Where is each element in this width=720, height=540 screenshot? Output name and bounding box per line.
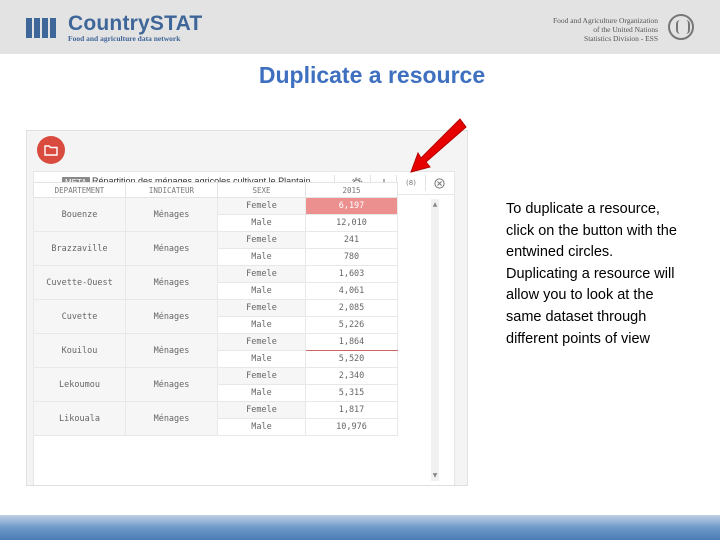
value-cell: 5,315 (305, 384, 398, 402)
logo-subtitle: Food and agriculture data network (68, 34, 181, 43)
column-header[interactable]: 2015 (305, 182, 398, 198)
sex-cell: Male (217, 350, 306, 368)
dept-cell: Likouala (33, 401, 126, 436)
sex-cell: Femele (217, 265, 306, 283)
sex-cell: Male (217, 316, 306, 334)
indicator-cell: Ménages (125, 333, 218, 368)
sex-cell: Femele (217, 299, 306, 317)
org-line: of the United Nations (593, 25, 658, 34)
value-cell: 5,226 (305, 316, 398, 334)
indicator-cell: Ménages (125, 367, 218, 402)
org-line: Food and Agriculture Organization (552, 16, 658, 25)
indicator-cell: Ménages (125, 401, 218, 436)
folder-icon (44, 145, 58, 156)
table-row: Cuvette-Ouest Ménages Femele 1,603 (33, 265, 398, 300)
indicator-cell: Ménages (125, 265, 218, 300)
data-table: DEPARTEMENT INDICATEUR SEXE 2015 Bouenze… (33, 182, 398, 436)
dept-cell: Brazzaville (33, 231, 126, 266)
folder-button[interactable] (37, 136, 65, 164)
sex-cell: Male (217, 384, 306, 402)
sex-cell: Femele (217, 367, 306, 385)
value-cell: 10,976 (305, 418, 398, 436)
value-cell: 1,817 (305, 401, 398, 419)
org-line: Statistics Division - ESS (584, 34, 658, 43)
value-cell: 4,061 (305, 282, 398, 300)
value-cell: 6,197 (305, 197, 398, 215)
column-header[interactable]: INDICATEUR (125, 182, 218, 198)
org-name: Food and Agriculture Organization of the… (553, 16, 658, 43)
indicator-cell: Ménages (125, 197, 218, 232)
value-cell: 780 (305, 248, 398, 266)
value-cell: 5,520 (305, 350, 398, 368)
sex-cell: Male (217, 418, 306, 436)
table-row: Kouilou Ménages Femele 1,864 (33, 333, 398, 368)
sex-cell: Femele (217, 333, 306, 351)
sex-cell: Femele (217, 401, 306, 419)
table-header-row: DEPARTEMENT INDICATEUR SEXE 2015 (33, 182, 398, 198)
dept-cell: Kouilou (33, 333, 126, 368)
dept-cell: Lekoumou (33, 367, 126, 402)
sex-cell: Femele (217, 231, 306, 249)
table-row: Bouenze Ménages Femele 6,197 (33, 197, 398, 232)
value-cell: 2,085 (305, 299, 398, 317)
table-row: Brazzaville Ménages Femele 241 (33, 231, 398, 266)
sex-cell: Male (217, 214, 306, 232)
header-band: CountrySTAT Food and agriculture data ne… (0, 0, 720, 54)
app-screenshot: META Répartition des ménages agricoles c… (26, 130, 468, 486)
indicator-cell: Ménages (125, 299, 218, 334)
value-cell: 12,010 (305, 214, 398, 232)
table-row: Likouala Ménages Femele 1,817 (33, 401, 398, 436)
scroll-up-icon[interactable]: ▲ (431, 201, 439, 208)
sex-cell: Femele (217, 197, 306, 215)
column-header[interactable]: DEPARTEMENT (33, 182, 126, 198)
toolbar-divider (425, 175, 426, 191)
scroll-down-icon[interactable]: ▼ (431, 472, 439, 479)
table-row: Lekoumou Ménages Femele 2,340 (33, 367, 398, 402)
sex-cell: Male (217, 248, 306, 266)
column-header[interactable]: SEXE (217, 182, 306, 198)
table-row: Cuvette Ménages Femele 2,085 (33, 299, 398, 334)
value-cell: 1,603 (305, 265, 398, 283)
countrystat-logo-icon (26, 18, 62, 38)
value-cell: 1,864 (305, 333, 398, 351)
dept-cell: Cuvette-Ouest (33, 265, 126, 300)
table-scrollbar[interactable]: ▲ ▼ (431, 199, 439, 481)
sex-cell: Male (217, 282, 306, 300)
footer-band (0, 515, 720, 540)
slide-title: Duplicate a resource (258, 62, 486, 88)
duplicate-button[interactable]: (8) (400, 174, 422, 192)
value-cell: 241 (305, 231, 398, 249)
instruction-text: To duplicate a resource, click on the bu… (506, 201, 677, 347)
value-cell: 2,340 (305, 367, 398, 385)
duplicate-icon: (8) (406, 179, 416, 187)
logo-title: CountrySTAT (68, 12, 203, 35)
dept-cell: Bouenze (33, 197, 126, 232)
fao-emblem-icon (668, 14, 694, 40)
close-icon[interactable] (428, 174, 450, 192)
indicator-cell: Ménages (125, 231, 218, 266)
dept-cell: Cuvette (33, 299, 126, 334)
